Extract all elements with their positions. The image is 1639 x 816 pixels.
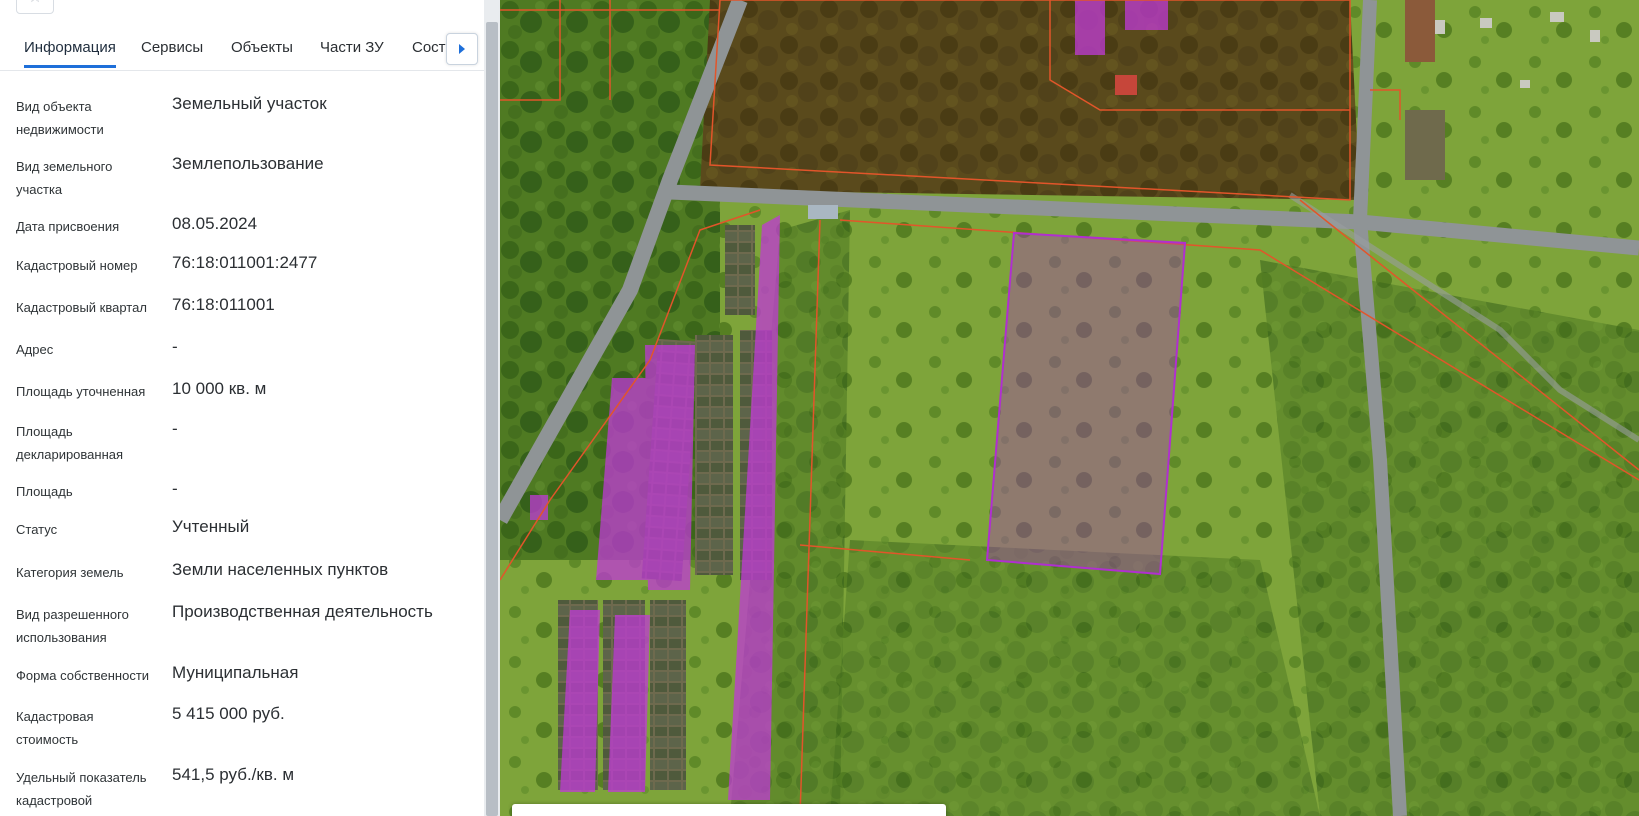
- property-value: -: [172, 479, 178, 498]
- property-value: Землепользование: [172, 154, 324, 173]
- map-bottom-panel: [512, 804, 946, 816]
- property-value: 08.05.2024: [172, 214, 258, 233]
- property-label: Площадь: [16, 484, 73, 499]
- tab-bar: Информация Сервисы Объекты Части ЗУ Сост…: [0, 30, 484, 71]
- favorite-button[interactable]: ☆: [16, 0, 54, 14]
- property-label: Удельный показатель кадастровой: [16, 770, 147, 808]
- tab-information[interactable]: Информация: [24, 30, 116, 68]
- property-value: 76:18:011001:2477: [172, 253, 318, 272]
- property-value: Земли населенных пунктов: [172, 560, 389, 579]
- property-label: Кадастровый квартал: [16, 300, 147, 315]
- scrollbar-thumb[interactable]: [486, 22, 498, 816]
- property-label: Площадь декларированная: [16, 424, 124, 462]
- property-label: Дата присвоения: [16, 219, 120, 234]
- chevron-right-icon: [459, 44, 465, 54]
- property-label: Кадастровая стоимость: [16, 709, 94, 747]
- tab-objects[interactable]: Объекты: [231, 30, 293, 68]
- property-value: 10 000 кв. м: [172, 379, 267, 398]
- property-label: Форма собственности: [16, 668, 150, 683]
- property-label: Вид земельного участка: [16, 159, 113, 197]
- tab-services[interactable]: Сервисы: [141, 30, 203, 68]
- property-value: Муниципальная: [172, 663, 299, 682]
- property-value: 5 415 000 руб.: [172, 704, 285, 723]
- info-panel: ☆ Информация Сервисы Объекты Части ЗУ Со…: [0, 0, 484, 816]
- property-label: Адрес: [16, 342, 54, 357]
- property-value: -: [172, 419, 178, 438]
- property-label: Вид разрешенного использования: [16, 607, 129, 645]
- property-value: Земельный участок: [172, 94, 327, 113]
- property-value: -: [172, 337, 178, 356]
- property-label: Площадь уточненная: [16, 384, 146, 399]
- property-label: Статус: [16, 522, 58, 537]
- property-label: Кадастровый номер: [16, 258, 138, 273]
- property-label: Категория земель: [16, 565, 124, 580]
- property-label: Вид объекта недвижимости: [16, 99, 104, 137]
- satellite-map: [500, 0, 1639, 816]
- star-icon: ☆: [28, 0, 42, 6]
- property-value: Учтенный: [172, 517, 250, 536]
- property-value: Производственная деятельность: [172, 602, 433, 621]
- selected-parcel: [985, 231, 1187, 576]
- property-value: 76:18:011001: [172, 295, 275, 314]
- map-view[interactable]: [500, 0, 1639, 816]
- tab-parcel-parts[interactable]: Части ЗУ: [320, 30, 384, 68]
- panel-scrollbar[interactable]: [484, 0, 500, 816]
- property-value: 541,5 руб./кв. м: [172, 765, 295, 784]
- tabs-next-button[interactable]: [446, 33, 478, 65]
